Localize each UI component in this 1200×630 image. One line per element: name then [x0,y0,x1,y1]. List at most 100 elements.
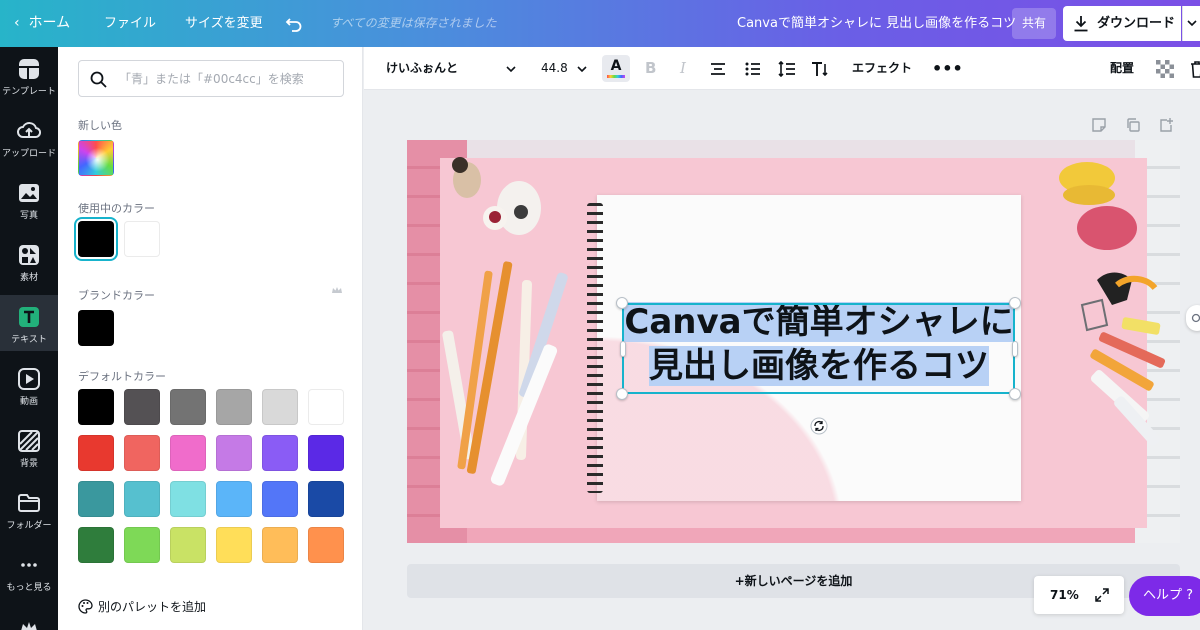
fullscreen-icon[interactable] [1095,588,1109,602]
default-color-swatch[interactable] [78,481,114,517]
add-page-icon[interactable] [1158,117,1174,133]
file-menu-button[interactable]: ファイル [104,0,156,47]
rail-item-folders[interactable]: フォルダー [0,481,58,537]
text-color-button[interactable]: A [602,55,630,82]
default-color-swatch[interactable] [262,481,298,517]
more-options-button[interactable]: ••• [932,47,963,90]
brand-color-swatch[interactable] [78,310,114,346]
align-button[interactable] [710,47,726,90]
design-canvas[interactable]: Canvaで簡単オシャレに 見出し画像を作るコツ [407,140,1180,543]
help-button[interactable]: ヘルプ ? [1129,576,1200,616]
undo-button[interactable] [285,0,303,47]
rail-label: アップロード [1,149,56,159]
resize-handle-left[interactable] [620,341,626,357]
home-button[interactable]: ‹ ホーム [14,0,70,47]
collapse-panel-handle[interactable] [1186,305,1200,331]
upload-icon [17,122,41,138]
rail-item-more[interactable]: もっと見る [0,543,58,599]
in-use-color-swatch[interactable] [124,221,160,257]
default-color-swatch[interactable] [216,389,252,425]
default-color-swatch[interactable] [262,389,298,425]
zoom-level: 71% [1050,588,1079,602]
default-color-swatch[interactable] [170,481,206,517]
font-family-dropdown[interactable]: けいふぉんと [386,47,458,90]
rail-item-elements[interactable]: 素材 [0,233,58,289]
download-label: ダウンロード [1097,16,1176,31]
zoom-control[interactable]: 71% [1034,576,1124,614]
page-notes-icon[interactable] [1091,117,1107,133]
download-button[interactable]: ダウンロード [1063,6,1181,41]
default-color-swatch[interactable] [216,481,252,517]
default-color-swatch[interactable] [78,527,114,563]
chevron-left-icon: ‹ [14,15,29,31]
duplicate-page-icon[interactable] [1125,117,1141,133]
chevron-down-icon[interactable] [577,65,587,73]
rail-item-video[interactable]: 動画 [0,357,58,413]
undo-icon [285,17,302,32]
rail-label: テキスト [11,335,47,345]
rotate-icon[interactable] [810,417,828,435]
rail-item-background[interactable]: 背景 [0,419,58,475]
rail-item-text[interactable]: テキスト [0,295,58,351]
rail-item-photos[interactable]: 写真 [0,171,58,227]
text-color-indicator [607,75,625,78]
crown-icon [332,287,342,293]
share-button[interactable]: 共有 [1012,8,1056,39]
delete-button[interactable] [1190,47,1200,90]
rail-label: もっと見る [6,583,52,593]
chevron-down-icon[interactable] [506,65,516,73]
elements-icon [19,245,39,265]
crown-icon[interactable] [20,622,38,630]
default-color-swatch[interactable] [124,389,160,425]
default-color-swatch[interactable] [308,527,344,563]
save-status: すべての変更は保存されました [330,16,497,30]
italic-button[interactable]: I [680,47,686,90]
list-button[interactable] [745,47,761,90]
resize-button[interactable]: サイズを変更 [185,0,263,47]
add-palette-button[interactable]: 別のパレットを追加 [78,598,206,615]
new-color-label: 新しい色 [78,119,122,132]
default-color-swatch[interactable] [216,435,252,471]
color-search-input[interactable] [119,69,334,89]
default-color-swatch[interactable] [170,389,206,425]
default-color-swatch[interactable] [124,527,160,563]
download-options-button[interactable] [1182,6,1200,41]
default-color-swatch[interactable] [308,435,344,471]
template-icon [19,59,39,79]
effects-button[interactable]: エフェクト [852,47,912,90]
resize-handle-top-right[interactable] [1009,297,1021,309]
vertical-text-button[interactable] [811,47,829,90]
rail-item-uploads[interactable]: アップロード [0,109,58,165]
default-color-swatch[interactable] [124,481,160,517]
bold-button[interactable]: B [645,47,656,90]
resize-handle-right[interactable] [1012,341,1018,357]
default-color-swatch[interactable] [124,435,160,471]
resize-handle-bottom-left[interactable] [616,388,628,400]
add-new-color-button[interactable] [78,140,114,176]
default-color-swatch[interactable] [170,527,206,563]
search-icon [90,71,107,88]
default-color-swatch[interactable] [78,389,114,425]
position-button[interactable]: 配置 [1110,47,1134,90]
rail-label: 写真 [19,211,38,221]
rail-item-templates[interactable]: テンプレート [0,47,58,103]
side-navigation: テンプレート アップロード 写真 素材 テキスト 動画 背景 フォルダー もっと… [0,47,58,630]
rail-label: フォルダー [6,521,52,531]
resize-handle-bottom-right[interactable] [1009,388,1021,400]
default-color-swatch[interactable] [78,435,114,471]
rail-label: 動画 [19,397,38,407]
in-use-colors-label: 使用中のカラー [78,202,155,215]
default-color-swatch[interactable] [262,527,298,563]
default-color-swatch[interactable] [216,527,252,563]
default-color-swatch[interactable] [308,389,344,425]
default-color-swatch[interactable] [170,435,206,471]
default-color-swatch[interactable] [262,435,298,471]
default-color-swatch[interactable] [308,481,344,517]
spacing-button[interactable] [778,47,796,90]
transparency-button[interactable] [1156,47,1174,90]
document-title[interactable]: Canvaで簡単オシャレに 見出し画像を作るコツ [737,0,1016,47]
in-use-color-swatch[interactable] [78,221,114,257]
color-search[interactable] [78,60,344,97]
font-size-field[interactable]: 44.8 [541,47,568,90]
resize-handle-top-left[interactable] [616,297,628,309]
